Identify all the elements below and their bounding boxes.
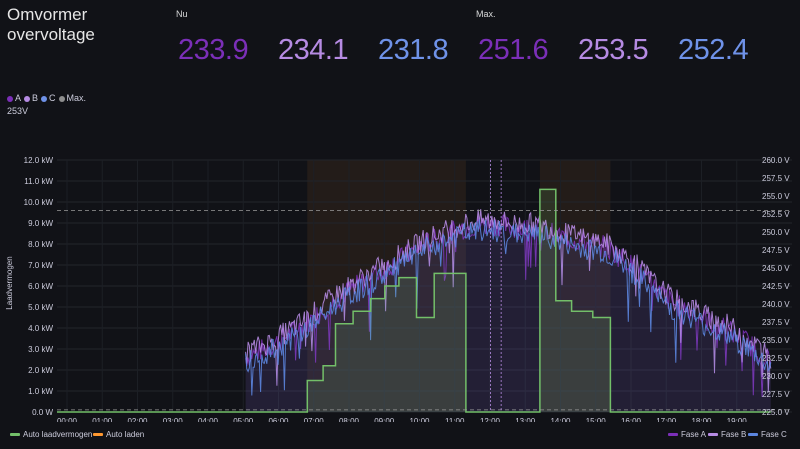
- x-tick: 04:00: [198, 417, 219, 422]
- y-left-tick: 2.0 kW: [28, 366, 53, 375]
- y-right-tick: 232.5 V: [762, 354, 790, 363]
- x-tick: 09:00: [374, 417, 395, 422]
- x-tick: 07:00: [304, 417, 325, 422]
- panel-title-line2: overvoltage: [7, 25, 95, 44]
- legend-label-auto-laadvermogen: Auto laadvermogen: [23, 430, 93, 439]
- y-left-tick: 12.0 kW: [24, 156, 54, 165]
- y-right-tick: 247.5 V: [762, 246, 790, 255]
- legend-label-fase-a: Fase A: [681, 430, 706, 439]
- panel-title: Omvormer overvoltage: [7, 5, 95, 45]
- y-left-tick: 9.0 kW: [28, 219, 53, 228]
- x-tick: 05:00: [233, 417, 254, 422]
- y-axis-left: 0.0 W 1.0 kW 2.0 kW 3.0 kW 4.0 kW 5.0 kW 6.0 k…: [24, 156, 54, 417]
- legend-fase-c[interactable]: Fase C: [748, 430, 787, 439]
- now-phase-c-value: 231.8: [378, 34, 449, 66]
- legend-label-a: A: [15, 93, 22, 103]
- legend-swatch-fase-a: [668, 433, 678, 436]
- max-phase-a-value: 251.6: [478, 34, 549, 66]
- y-left-tick: 4.0 kW: [28, 324, 53, 333]
- y-right-tick: 227.5 V: [762, 390, 790, 399]
- x-tick: 18:00: [691, 417, 712, 422]
- legend-item-b[interactable]: B: [24, 93, 38, 103]
- y-right-tick: 260.0 V: [762, 156, 790, 165]
- x-tick: 06:00: [268, 417, 289, 422]
- y-right-tick: 257.5 V: [762, 174, 790, 183]
- y-axis-label: Laadvermogen: [5, 256, 14, 309]
- legend-swatch-orange: [93, 433, 103, 436]
- now-phase-a-value: 233.9: [178, 34, 249, 66]
- x-tick: 03:00: [163, 417, 184, 422]
- y-right-tick: 245.0 V: [762, 264, 790, 273]
- x-tick: 19:00: [727, 417, 748, 422]
- now-header: Nu: [176, 9, 188, 19]
- y-left-tick: 1.0 kW: [28, 387, 53, 396]
- y-right-tick: 250.0 V: [762, 228, 790, 237]
- x-tick: 14:00: [550, 417, 571, 422]
- x-axis: 00:00 01:00 02:00 03:00 04:00 05:00 06:00 07:00…: [57, 417, 747, 422]
- threshold-label: 253V: [7, 106, 29, 116]
- x-tick: 08:00: [339, 417, 360, 422]
- y-left-tick: 8.0 kW: [28, 240, 53, 249]
- x-tick: 17:00: [656, 417, 677, 422]
- legend-label-fase-c: Fase C: [761, 430, 787, 439]
- now-phase-b-value: 234.1: [278, 34, 349, 66]
- x-tick: 12:00: [480, 417, 501, 422]
- max-header: Max.: [476, 9, 496, 19]
- x-tick: 10:00: [409, 417, 430, 422]
- y-left-tick: 10.0 kW: [24, 198, 54, 207]
- y-left-tick: 0.0 W: [32, 408, 53, 417]
- x-tick: 15:00: [586, 417, 607, 422]
- legend-label-b: B: [32, 93, 39, 103]
- top-legend: A B C Max.: [7, 93, 86, 103]
- y-left-tick: 3.0 kW: [28, 345, 53, 354]
- legend-label-auto-laden: Auto laden: [106, 430, 145, 439]
- y-left-tick: 11.0 kW: [24, 177, 53, 186]
- x-tick: 16:00: [621, 417, 642, 422]
- legend-fase-b[interactable]: Fase B: [708, 430, 746, 439]
- y-right-tick: 240.0 V: [762, 300, 790, 309]
- legend-label-max: Max.: [66, 93, 87, 103]
- x-tick: 11:00: [445, 417, 465, 422]
- x-tick: 00:00: [57, 417, 78, 422]
- legend-swatch-fase-c: [748, 433, 758, 436]
- legend-dot-max-icon: [58, 95, 65, 102]
- legend-item-max[interactable]: Max.: [58, 93, 87, 103]
- legend-label-c: C: [49, 93, 56, 103]
- y-right-tick: 225.0 V: [762, 408, 790, 417]
- legend-item-c[interactable]: C: [41, 93, 56, 103]
- legend-fase-a[interactable]: Fase A: [668, 430, 706, 439]
- legend-swatch-green: [10, 433, 20, 436]
- power-voltage-chart[interactable]: 0.0 W 1.0 kW 2.0 kW 3.0 kW 4.0 kW 5.0 kW 6.0 k…: [0, 150, 800, 422]
- y-axis-right: 225.0 V 227.5 V 230.0 V 232.5 V 235.0 V 237.5…: [762, 156, 790, 417]
- max-phase-c-value: 252.4: [678, 34, 749, 66]
- legend-auto-laden[interactable]: Auto laden: [93, 430, 144, 439]
- legend-auto-laadvermogen[interactable]: Auto laadvermogen: [10, 430, 92, 439]
- y-right-tick: 242.5 V: [762, 282, 790, 291]
- y-left-tick: 5.0 kW: [28, 303, 53, 312]
- y-right-tick: 235.0 V: [762, 336, 790, 345]
- y-right-tick: 230.0 V: [762, 372, 790, 381]
- panel-title-line1: Omvormer: [7, 5, 88, 24]
- y-left-tick: 6.0 kW: [28, 282, 53, 291]
- y-right-tick: 237.5 V: [762, 318, 790, 327]
- x-tick: 02:00: [127, 417, 148, 422]
- legend-dot-a-icon: [7, 95, 13, 102]
- legend-swatch-fase-b: [708, 433, 718, 436]
- y-left-tick: 7.0 kW: [28, 261, 53, 270]
- legend-item-a[interactable]: A: [7, 93, 21, 103]
- max-phase-b-value: 253.5: [578, 34, 649, 66]
- y-right-tick: 255.0 V: [762, 192, 790, 201]
- legend-label-fase-b: Fase B: [721, 430, 747, 439]
- y-right-tick: 252.5 V: [762, 210, 790, 219]
- legend-dot-b-icon: [24, 95, 31, 102]
- legend-dot-c-icon: [41, 95, 48, 102]
- x-tick: 01:00: [92, 417, 113, 422]
- x-tick: 13:00: [515, 417, 536, 422]
